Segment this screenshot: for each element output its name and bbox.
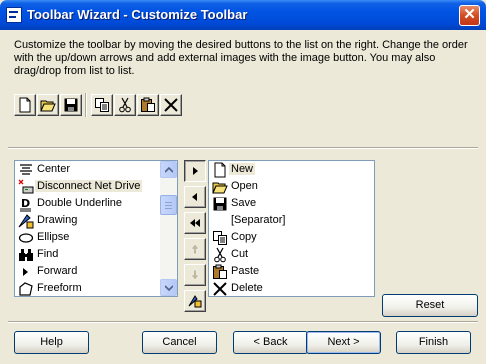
reset-button-label: Reset [415,299,445,311]
list-item[interactable]: Save [211,195,258,212]
list-item-selected[interactable]: Disconnect Net Drive [17,178,143,195]
list-item-label: [Separator] [231,214,286,226]
list-item-label: Paste [231,265,260,277]
toolbar-separator [85,93,87,117]
move-right-icon [193,167,198,175]
paste-icon[interactable] [137,94,159,116]
list-item-label: Freeform [37,282,82,294]
toolbar-buttons-list[interactable]: New Open Save [Separator] Copy Cut Paste… [208,160,375,297]
list-item-label: Ellipse [37,231,70,243]
list-item-label: New [229,163,256,175]
divider-top [8,147,478,149]
reset-button[interactable]: Reset [382,294,478,317]
cut-scissors-icon [212,247,228,263]
available-list-scrollbar[interactable] [160,161,177,296]
chevron-down-icon [165,285,173,292]
close-button[interactable]: ✕ [459,5,480,26]
svg-text:D: D [21,197,30,210]
scroll-thumb[interactable] [160,195,177,215]
cut-scissors-icon[interactable] [114,94,136,116]
copy-icon[interactable] [91,94,113,116]
remove-all-icon [190,219,200,227]
list-item[interactable]: Center [17,161,72,178]
move-up-button[interactable] [184,238,206,260]
delete-x-icon [212,281,228,296]
cancel-button[interactable]: Cancel [142,331,217,354]
move-down-icon [190,269,200,281]
scroll-up-button[interactable] [160,161,177,178]
list-item-selected[interactable]: New [211,161,256,178]
open-folder-icon[interactable] [37,94,59,116]
list-item[interactable]: Ellipse [17,229,71,246]
double-underline-icon: D [18,196,34,212]
window-title: Toolbar Wizard - Customize Toolbar [27,7,248,22]
list-item[interactable]: Cut [211,246,250,263]
list-item[interactable]: Paste [211,263,261,280]
list-item[interactable]: D Double Underline [17,195,124,212]
remove-all-button[interactable] [184,212,206,234]
add-image-button[interactable] [184,290,206,312]
list-item[interactable]: [Separator] [211,212,287,229]
list-item[interactable]: Forward [17,263,79,280]
copy-icon [212,230,228,246]
save-disk-icon[interactable] [60,94,82,116]
list-item[interactable]: Drawing [17,212,79,229]
list-item-label: Drawing [37,214,78,226]
move-down-button[interactable] [184,264,206,286]
list-item-label: Open [231,180,258,192]
add-image-icon [188,295,202,308]
list-item-label: Find [37,248,59,260]
new-file-icon [212,162,228,178]
disconnect-drive-icon [18,179,34,195]
save-disk-icon [212,196,228,212]
divider-bottom [8,321,478,323]
list-item[interactable]: Copy [211,229,259,246]
freeform-icon [18,281,34,296]
list-item-label: Copy [231,231,257,243]
forward-arrow-icon [18,264,34,280]
list-item[interactable]: Open [211,178,260,195]
drawing-icon [18,213,34,229]
list-item-label: Center [37,163,71,175]
scroll-down-button[interactable] [160,279,177,296]
open-folder-icon [212,179,228,195]
help-button[interactable]: Help [14,331,89,354]
list-item[interactable]: Freeform [17,280,84,296]
instructions-text: Customize the toolbar by moving the desi… [14,39,468,77]
finish-button[interactable]: Finish [396,331,471,354]
chevron-up-icon [165,166,173,173]
new-file-icon[interactable] [14,94,36,116]
list-item[interactable]: Find [17,246,60,263]
move-left-button[interactable] [184,186,206,208]
center-align-icon [18,162,34,178]
paste-icon [212,264,228,280]
app-icon [6,7,22,23]
list-item-label: Save [231,197,257,209]
available-buttons-list[interactable]: Center Disconnect Net Drive D Double Und… [14,160,178,297]
list-item-label: Double Underline [37,197,122,209]
toolbar-wizard-dialog: Toolbar Wizard - Customize Toolbar ✕ Cus… [0,0,486,364]
next-button[interactable]: Next > [306,331,381,354]
delete-x-icon[interactable] [160,94,182,116]
list-item[interactable]: Delete [211,280,265,296]
back-button[interactable]: < Back [233,331,308,354]
list-item-label: Disconnect Net Drive [35,180,143,192]
list-item-label: Delete [231,282,263,294]
title-bar: Toolbar Wizard - Customize Toolbar ✕ [0,0,486,30]
move-left-icon [192,193,197,201]
move-up-icon [190,243,200,255]
list-item-label: Forward [37,265,78,277]
list-item-label: Cut [231,248,249,260]
binoculars-icon [18,247,34,263]
ellipse-icon [18,230,34,246]
move-right-button[interactable] [184,160,206,182]
